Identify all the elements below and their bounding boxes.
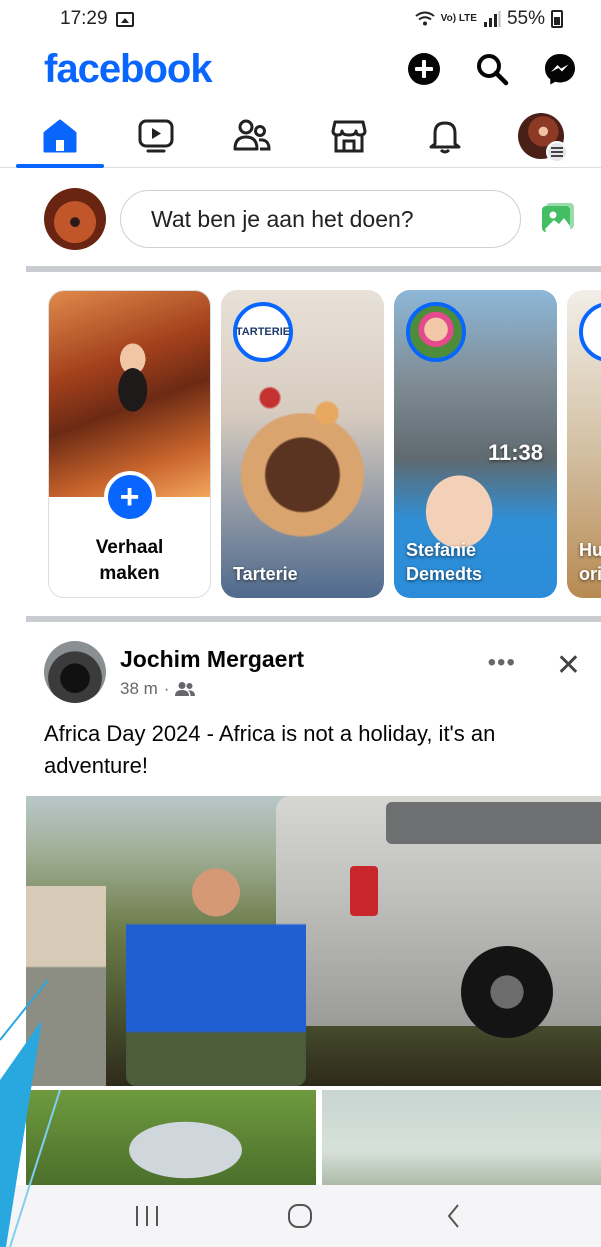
marketplace-icon xyxy=(331,120,367,152)
create-story-label: Verhaal maken xyxy=(95,537,164,584)
photo-button[interactable] xyxy=(535,197,579,241)
vehicle-image xyxy=(276,796,601,1038)
story-author: Stefanie Demedts xyxy=(406,540,483,584)
tab-notifications[interactable] xyxy=(415,106,475,166)
back-button[interactable] xyxy=(424,1191,484,1241)
story-card-partial[interactable]: Hu ori xyxy=(567,290,601,598)
bell-icon xyxy=(429,121,461,153)
divider xyxy=(26,616,601,622)
app-header: facebook xyxy=(0,40,601,98)
avatar[interactable] xyxy=(44,641,106,703)
divider xyxy=(26,266,601,272)
post-subtitle: 38 m · xyxy=(120,679,474,699)
post-photo[interactable] xyxy=(26,1090,316,1190)
create-story-card[interactable]: + Verhaal maken xyxy=(48,290,211,598)
home-button[interactable] xyxy=(270,1191,330,1241)
plus-icon: + xyxy=(103,471,156,523)
photo-icon xyxy=(542,203,574,232)
tab-home[interactable] xyxy=(16,106,105,168)
back-icon xyxy=(447,1204,459,1228)
post-time[interactable]: 38 m xyxy=(120,679,158,699)
story-card-tarterie[interactable]: TARTERIE Tarterie xyxy=(221,290,384,598)
system-nav-bar xyxy=(0,1185,601,1247)
post-header: Jochim Mergaert 38 m · ••• ✕ xyxy=(0,636,601,708)
story-author: Tarterie xyxy=(233,564,298,584)
story-overlay-text: 11:38 xyxy=(487,440,543,465)
tab-marketplace[interactable] xyxy=(319,106,379,166)
person-image xyxy=(126,866,306,1086)
stories-row: + Verhaal maken TARTERIE Tarterie 11:38 … xyxy=(48,290,601,598)
friends-icon xyxy=(175,681,196,696)
avatar[interactable] xyxy=(44,188,106,250)
wifi-icon xyxy=(415,11,435,26)
main-tabs xyxy=(0,104,601,168)
close-button[interactable]: ✕ xyxy=(556,648,581,683)
battery-percent: 55% xyxy=(506,8,545,29)
battery-icon xyxy=(551,10,563,28)
messenger-icon xyxy=(545,54,575,85)
status-time: 17:29 xyxy=(60,8,108,29)
story-author: Hu ori xyxy=(579,540,601,584)
tab-menu[interactable] xyxy=(511,106,571,166)
profile-photo xyxy=(49,291,210,497)
menu-icon xyxy=(545,140,568,163)
create-icon xyxy=(408,53,440,85)
status-input[interactable]: Wat ben je aan het doen? xyxy=(120,190,521,248)
more-options-button[interactable]: ••• xyxy=(488,649,516,677)
video-icon xyxy=(138,119,174,152)
search-button[interactable] xyxy=(473,50,511,88)
post-author-name[interactable]: Jochim Mergaert xyxy=(120,646,474,673)
recent-apps-button[interactable] xyxy=(117,1191,177,1241)
messenger-button[interactable] xyxy=(541,50,579,88)
post-text: Africa Day 2024 - Africa is not a holida… xyxy=(44,721,496,778)
facebook-logo[interactable]: facebook xyxy=(44,47,213,92)
tab-friends[interactable] xyxy=(222,106,282,166)
friends-icon xyxy=(233,119,271,150)
recent-apps-icon xyxy=(135,1206,158,1226)
search-icon xyxy=(477,54,509,86)
create-button[interactable] xyxy=(405,50,443,88)
story-avatar: TARTERIE xyxy=(233,302,293,362)
app-screen: 17:29 Vo) LTE 55% facebook Wat ben je aa… xyxy=(0,0,601,1247)
home-icon xyxy=(43,119,77,152)
gallery-notification-icon xyxy=(115,11,134,27)
post-photo[interactable] xyxy=(26,796,601,1086)
person-image xyxy=(26,886,106,1086)
home-circle-icon xyxy=(288,1204,313,1228)
profile-avatar xyxy=(517,112,568,163)
network-type-label: Vo) LTE xyxy=(440,13,477,24)
tab-video[interactable] xyxy=(126,106,186,166)
status-bar: 17:29 Vo) LTE 55% xyxy=(0,0,601,38)
post-composer: Wat ben je aan het doen? xyxy=(0,182,601,256)
post-photo[interactable] xyxy=(322,1090,601,1190)
story-avatar xyxy=(406,302,466,362)
signal-icon xyxy=(483,11,501,27)
story-card-stefanie[interactable]: 11:38 Stefanie Demedts xyxy=(394,290,557,598)
